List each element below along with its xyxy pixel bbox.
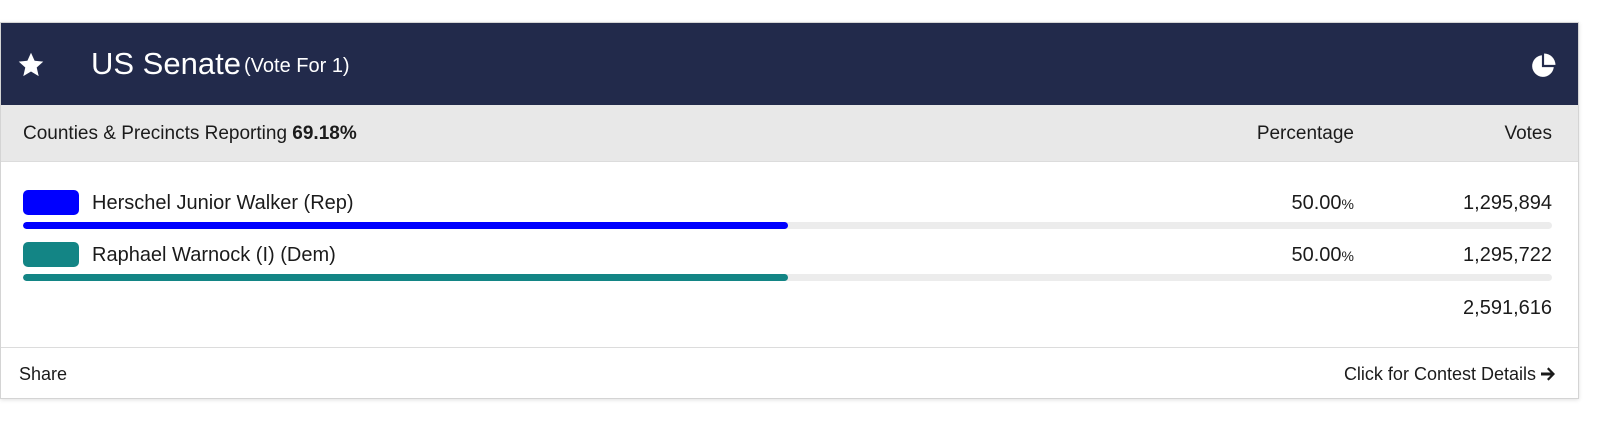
candidate-votes: 1,295,894: [1463, 192, 1552, 214]
arrow-right-icon: [1541, 367, 1555, 381]
vote-bar-fill: [23, 274, 788, 281]
contest-title: US Senate: [91, 46, 241, 81]
candidate-name: Raphael Warnock (I) (Dem): [92, 244, 336, 266]
candidate-name: Herschel Junior Walker (Rep): [92, 192, 354, 214]
contest-details-link[interactable]: Click for Contest Details: [1344, 363, 1556, 385]
reporting-label: Counties & Precincts Reporting: [23, 123, 288, 144]
reporting-value: 69.18%: [292, 123, 357, 144]
pie-chart-icon[interactable]: [1530, 53, 1556, 79]
candidate-votes: 1,295,722: [1463, 244, 1552, 266]
candidate-row: Raphael Warnock (I) (Dem) 50.00% 1,295,7…: [1, 242, 1578, 292]
contest-details-label: Click for Contest Details: [1343, 364, 1536, 384]
share-link[interactable]: Share: [19, 363, 67, 385]
results-subheader: Counties & Precincts Reporting 69.18% Pe…: [1, 105, 1578, 162]
party-color-swatch: [23, 242, 79, 267]
total-votes: 2,591,616: [1463, 297, 1552, 319]
party-color-swatch: [23, 190, 79, 215]
reporting-status: Counties & Precincts Reporting 69.18%: [23, 122, 357, 146]
contest-subtitle: (Vote For 1): [244, 55, 350, 77]
candidate-percentage: 50.00%: [1291, 244, 1354, 266]
candidate-percentage: 50.00%: [1291, 192, 1354, 214]
vote-bar-track: [23, 274, 1552, 281]
contest-card: US Senate (Vote For 1) Counties & Precin…: [0, 22, 1579, 399]
percentage-column-header: Percentage: [1256, 123, 1354, 144]
contest-header: US Senate (Vote For 1): [1, 23, 1578, 105]
votes-column-header: Votes: [1504, 123, 1552, 144]
vote-bar-fill: [23, 222, 788, 229]
vote-bar-track: [23, 222, 1552, 229]
contest-footer: Share Click for Contest Details: [1, 347, 1578, 400]
candidate-row: Herschel Junior Walker (Rep) 50.00% 1,29…: [1, 190, 1578, 240]
star-icon[interactable]: [17, 51, 45, 79]
